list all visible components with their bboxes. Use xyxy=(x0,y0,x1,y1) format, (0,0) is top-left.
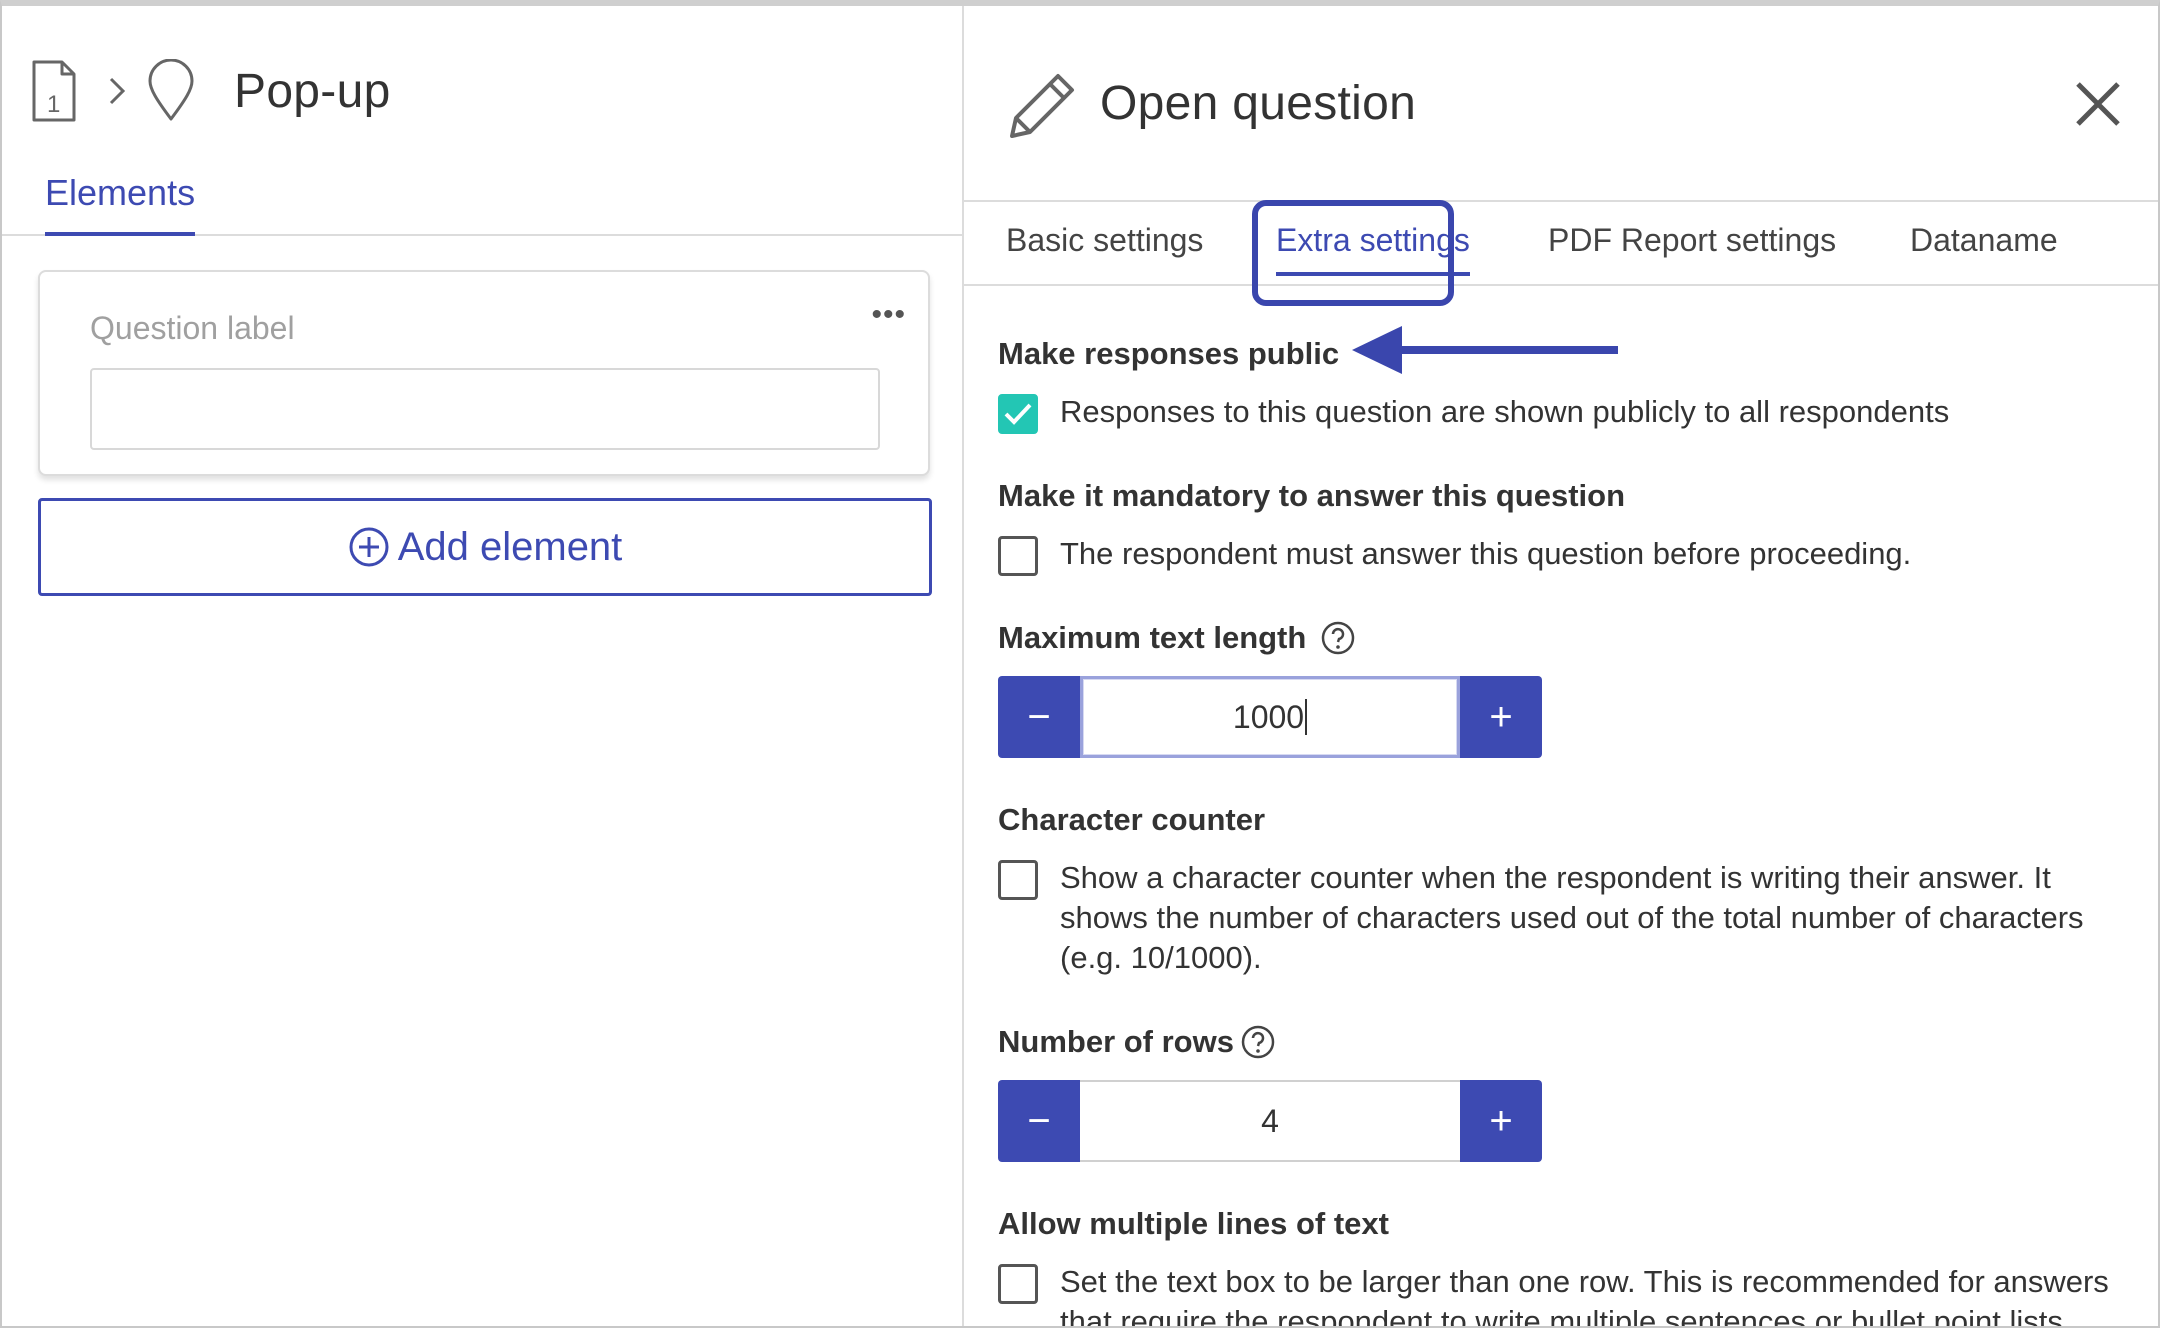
pencil-icon xyxy=(1004,68,1080,149)
char-counter-checkbox-label: Show a character counter when the respon… xyxy=(1060,860,2084,975)
active-tab-indicator xyxy=(1276,272,1470,276)
add-element-button[interactable]: Add element xyxy=(38,498,932,596)
public-heading: Make responses public xyxy=(998,336,1340,371)
public-option[interactable]: Responses to this question are shown pub… xyxy=(998,392,2120,434)
text-caret xyxy=(1305,699,1308,735)
chevron-right-icon xyxy=(106,74,128,108)
mandatory-option[interactable]: The respondent must answer this question… xyxy=(998,534,2120,576)
tab-extra-settings-label: Extra settings xyxy=(1276,222,1470,258)
public-checkbox-label: Responses to this question are shown pub… xyxy=(1060,394,1950,429)
max-length-value: 1000 xyxy=(1232,698,1305,735)
tab-basic-settings[interactable]: Basic settings xyxy=(1006,222,1203,259)
settings-title: Open question xyxy=(1100,77,1417,130)
tab-pdf-report-settings[interactable]: PDF Report settings xyxy=(1548,222,1836,259)
multiline-checkbox-label: Set the text box to be larger than one r… xyxy=(1060,1264,2109,1328)
public-checkbox[interactable] xyxy=(998,394,1038,434)
settings-panel: Open question Basic settings Extra setti… xyxy=(964,6,2158,1328)
help-icon[interactable] xyxy=(1320,620,1356,661)
elements-panel: 1 Pop-up Elements Question label ••• Add… xyxy=(2,6,964,1326)
rows-heading: Number of rows xyxy=(998,1024,1234,1059)
settings-header: Open question xyxy=(964,6,2158,202)
left-tab-bar: Elements xyxy=(2,156,962,236)
question-input[interactable] xyxy=(90,368,880,450)
add-element-label: Add element xyxy=(397,524,623,569)
annotation-arrow-icon xyxy=(1352,324,1618,381)
max-length-input[interactable]: 1000 xyxy=(1080,676,1460,758)
char-counter-option[interactable]: Show a character counter when the respon… xyxy=(998,858,2120,978)
multiline-option[interactable]: Set the text box to be larger than one r… xyxy=(998,1262,2120,1328)
tab-extra-settings[interactable]: Extra settings xyxy=(1276,222,1470,276)
rows-decrement-button[interactable]: − xyxy=(998,1080,1080,1162)
help-icon[interactable] xyxy=(1240,1024,1276,1065)
multiline-heading: Allow multiple lines of text xyxy=(998,1206,1389,1241)
multiline-checkbox[interactable] xyxy=(998,1264,1038,1304)
close-icon[interactable] xyxy=(2074,80,2122,133)
mandatory-checkbox-label: The respondent must answer this question… xyxy=(1060,536,1912,571)
rows-input[interactable]: 4 xyxy=(1080,1080,1460,1162)
tab-elements[interactable]: Elements xyxy=(45,166,196,236)
app-frame: 1 Pop-up Elements Question label ••• Add… xyxy=(0,0,2160,1328)
map-pin-icon xyxy=(146,59,196,123)
max-length-heading: Maximum text length xyxy=(998,620,1307,655)
question-card[interactable]: Question label ••• xyxy=(38,270,930,476)
char-counter-checkbox[interactable] xyxy=(998,860,1038,900)
mandatory-heading: Make it mandatory to answer this questio… xyxy=(998,478,1626,513)
checkmark-icon xyxy=(1004,403,1032,425)
page-icon[interactable]: 1 xyxy=(30,58,78,124)
mandatory-checkbox[interactable] xyxy=(998,536,1038,576)
rows-increment-button[interactable]: + xyxy=(1460,1080,1542,1162)
plus-circle-icon xyxy=(348,526,390,568)
settings-tab-bar: Basic settings Extra settings PDF Report… xyxy=(964,200,2158,306)
question-label-placeholder: Question label xyxy=(90,310,295,346)
max-length-stepper: − 1000 + xyxy=(998,676,1542,758)
rows-stepper: − 4 + xyxy=(998,1080,1542,1162)
more-options-icon[interactable]: ••• xyxy=(871,298,906,332)
tab-dataname[interactable]: Dataname xyxy=(1910,222,2058,259)
max-length-decrement-button[interactable]: − xyxy=(998,676,1080,758)
page-title: Pop-up xyxy=(234,64,391,118)
char-counter-heading: Character counter xyxy=(998,802,1266,837)
max-length-increment-button[interactable]: + xyxy=(1460,676,1542,758)
breadcrumb: 1 Pop-up xyxy=(30,46,391,136)
svg-text:1: 1 xyxy=(47,91,60,118)
